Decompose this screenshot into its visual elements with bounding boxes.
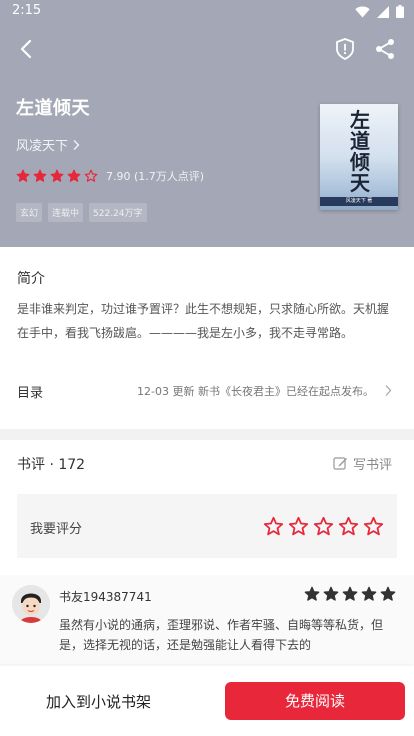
status-icons: [355, 5, 404, 18]
intro-text: 是非谁来判定，功过谁予置评？此生不想规矩，只求随心所欲。天机握在手中，看我飞扬跋…: [17, 302, 390, 340]
tag-word-count: 522.24万字: [89, 203, 147, 222]
toc-row[interactable]: 目录 12-03 更新 新书《长夜君主》已经在起点发布。: [0, 377, 414, 407]
chevron-right-icon: [73, 139, 80, 150]
star-icon: [33, 169, 47, 182]
status-time: 2:15: [12, 3, 42, 18]
book-cover: 左道倾天 风凌天下 著: [320, 104, 398, 210]
review-user-stars: [304, 586, 396, 602]
author-name: 风凌天下: [16, 139, 69, 154]
author-link[interactable]: 风凌天下: [16, 135, 80, 154]
chevron-right-icon: [385, 385, 392, 396]
add-to-shelf-button[interactable]: 加入到小说书架: [46, 691, 151, 712]
intro-section: 简介 是非谁来判定，功过谁予置评？此生不想规矩，只求随心所欲。天机握在手中，看我…: [0, 247, 414, 429]
cover-title: 左道倾天: [350, 108, 370, 195]
star-icon: [361, 586, 377, 601]
my-rating-stars[interactable]: [263, 516, 384, 537]
bottom-action-bar: 加入到小说书架 免费阅读: [0, 666, 414, 736]
review-user-name: 书友194387741: [59, 590, 152, 604]
tag-genre: 玄幻: [16, 203, 43, 222]
review-label: 书评 · 172: [17, 457, 86, 473]
write-review-button[interactable]: 写书评: [333, 454, 392, 473]
my-rating-box: 我要评分: [17, 494, 397, 558]
review-item[interactable]: 书友194387741 虽然有小说的通病，歪理邪说、作者牢骚、自晦等等私货，但是…: [0, 575, 414, 665]
top-nav: [0, 30, 414, 66]
back-icon: [20, 39, 32, 59]
tag-status: 连载中: [48, 203, 84, 222]
avatar-image: [12, 585, 50, 623]
review-text: 虽然有小说的通病，歪理邪说、作者牢骚、自晦等等私货，但是，选择无视的话，还是勉强…: [59, 618, 384, 652]
star-icon: [380, 586, 396, 601]
share-button[interactable]: [372, 36, 398, 62]
cover-author: 风凌天下 著: [320, 197, 398, 206]
rate-star-icon[interactable]: [363, 516, 384, 537]
avatar: [12, 585, 50, 623]
book-title: 左道倾天: [16, 98, 90, 119]
rate-star-icon[interactable]: [313, 516, 334, 537]
report-button[interactable]: [332, 36, 358, 62]
star-icon: [304, 586, 320, 601]
back-button[interactable]: [12, 36, 40, 62]
star-icon: [16, 169, 30, 182]
rating-row: 7.90 (1.7万人点评): [16, 168, 204, 184]
rate-star-icon[interactable]: [263, 516, 284, 537]
rating-stars: [16, 169, 98, 183]
report-shield-icon: [336, 38, 354, 60]
rating-text: 7.90 (1.7万人点评): [106, 168, 204, 184]
free-read-button[interactable]: 免费阅读: [225, 682, 405, 720]
rate-star-icon[interactable]: [338, 516, 359, 537]
edit-icon: [333, 457, 347, 470]
signal-icon: [377, 5, 389, 18]
star-icon: [342, 586, 358, 601]
book-header: 2:15 左道倾天 风凌天下 7.90 (1.7万人点评) 玄幻 连载中 522…: [0, 0, 414, 247]
share-icon: [376, 39, 394, 59]
intro-label: 简介: [17, 271, 45, 287]
rating-value: 7.90: [106, 170, 131, 183]
star-icon: [323, 586, 339, 601]
status-bar: 2:15: [0, 0, 414, 24]
rating-count: (1.7万人点评): [134, 170, 205, 183]
star-icon: [84, 169, 98, 182]
battery-icon: [396, 5, 404, 18]
write-review-label: 写书评: [352, 458, 392, 473]
book-tags: 玄幻 连载中 522.24万字: [16, 203, 147, 222]
toc-label: 目录: [17, 386, 44, 401]
wifi-icon: [355, 6, 370, 17]
star-icon: [50, 169, 64, 182]
my-rating-label: 我要评分: [30, 522, 83, 537]
rate-star-icon[interactable]: [288, 516, 309, 537]
toc-update: 12-03 更新 新书《长夜君主》已经在起点发布。: [137, 385, 374, 398]
star-icon: [67, 169, 81, 182]
